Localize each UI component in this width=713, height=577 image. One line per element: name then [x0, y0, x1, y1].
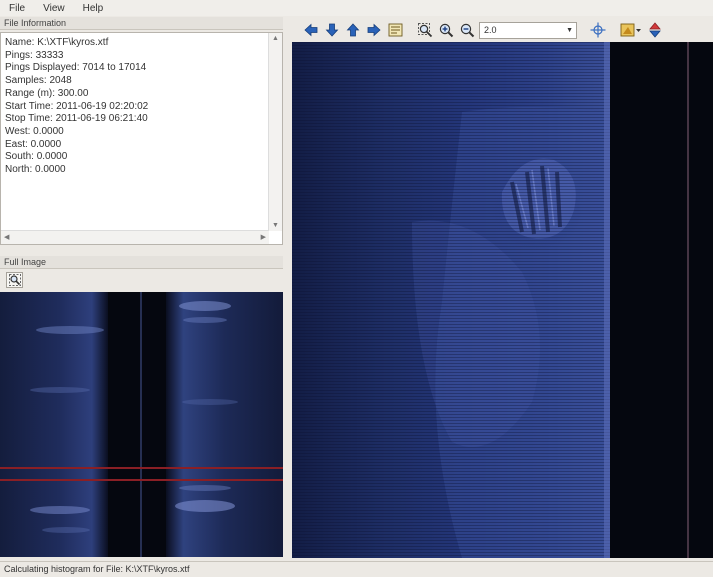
- info-samples: Samples: 2048: [5, 75, 72, 87]
- zoom-rect-icon: [417, 22, 432, 37]
- pan-left-button[interactable]: [302, 21, 320, 39]
- zoom-out-button[interactable]: [458, 21, 476, 39]
- crosshair-button[interactable]: [589, 21, 607, 39]
- scroll-right-icon[interactable]: ▶: [261, 233, 266, 241]
- info-south: South: 0.0000: [5, 151, 68, 163]
- zoom-level-select[interactable]: 2.0 ▼: [479, 21, 577, 39]
- arrow-right-icon: [367, 23, 381, 37]
- full-image-view[interactable]: [0, 292, 283, 557]
- navigate-button[interactable]: [646, 21, 664, 39]
- zoom-rect-button[interactable]: [416, 21, 434, 39]
- pan-right-button[interactable]: [365, 21, 383, 39]
- track-marker-bottom[interactable]: [0, 479, 283, 481]
- navigate-icon: [649, 22, 661, 38]
- palette-button[interactable]: [619, 21, 643, 39]
- zoom-level-value: 2.0: [484, 25, 497, 35]
- pan-down-button[interactable]: [323, 21, 341, 39]
- pan-up-button[interactable]: [344, 21, 362, 39]
- zoom-in-button[interactable]: [437, 21, 455, 39]
- info-west: West: 0.0000: [5, 125, 64, 137]
- measure-icon: [388, 23, 402, 37]
- arrow-left-icon: [304, 23, 318, 37]
- crosshair-icon: [590, 22, 606, 38]
- file-info-horizontal-scrollbar[interactable]: ◀ ▶: [1, 230, 269, 244]
- measure-button[interactable]: [386, 21, 404, 39]
- file-info-panel: Name: K:\XTF\kyros.xtf Pings: 33333 Ping…: [0, 32, 283, 245]
- info-north: North: 0.0000: [5, 164, 66, 176]
- zoom-out-icon: [460, 23, 474, 37]
- info-pings-displayed: Pings Displayed: 7014 to 17014: [5, 62, 147, 74]
- info-start-time: Start Time: 2011-06-19 02:20:02: [5, 100, 149, 112]
- file-info-list: Name: K:\XTF\kyros.xtf Pings: 33333 Ping…: [5, 37, 267, 177]
- sonar-waterfall-view[interactable]: [292, 42, 713, 558]
- chevron-down-icon: ▼: [566, 26, 573, 34]
- sonar-waterfall-image: [292, 42, 713, 558]
- track-marker-top[interactable]: [0, 467, 283, 469]
- menu-bar: File View Help: [0, 0, 713, 16]
- arrow-down-icon: [325, 23, 339, 37]
- full-image-title: Full Image: [0, 256, 283, 269]
- arrow-up-icon: [346, 23, 360, 37]
- scroll-down-icon[interactable]: ▼: [272, 222, 279, 229]
- file-info-vertical-scrollbar[interactable]: ▲ ▼: [268, 33, 282, 231]
- menu-view[interactable]: View: [34, 3, 74, 14]
- palette-icon: [620, 23, 641, 37]
- file-info-title: File Information: [0, 17, 283, 30]
- info-east: East: 0.0000: [5, 138, 62, 150]
- scroll-up-icon[interactable]: ▲: [272, 35, 279, 42]
- zoom-in-icon: [439, 23, 453, 37]
- full-image-zoom-button[interactable]: [6, 272, 23, 288]
- menu-file[interactable]: File: [0, 3, 34, 14]
- status-bar: Calculating histogram for File: K:\XTF\k…: [0, 561, 713, 577]
- info-pings: Pings: 33333: [5, 49, 64, 61]
- info-name: Name: K:\XTF\kyros.xtf: [5, 37, 109, 48]
- full-image-toolbar: [0, 270, 283, 290]
- full-image-sonar: [0, 292, 283, 557]
- scroll-left-icon[interactable]: ◀: [4, 233, 9, 241]
- magnifier-icon: [8, 274, 21, 286]
- main-toolbar: 2.0 ▼: [292, 18, 713, 42]
- info-stop-time: Stop Time: 2011-06-19 06:21:40: [5, 113, 148, 125]
- menu-help[interactable]: Help: [74, 3, 113, 14]
- info-range: Range (m): 300.00: [5, 87, 89, 99]
